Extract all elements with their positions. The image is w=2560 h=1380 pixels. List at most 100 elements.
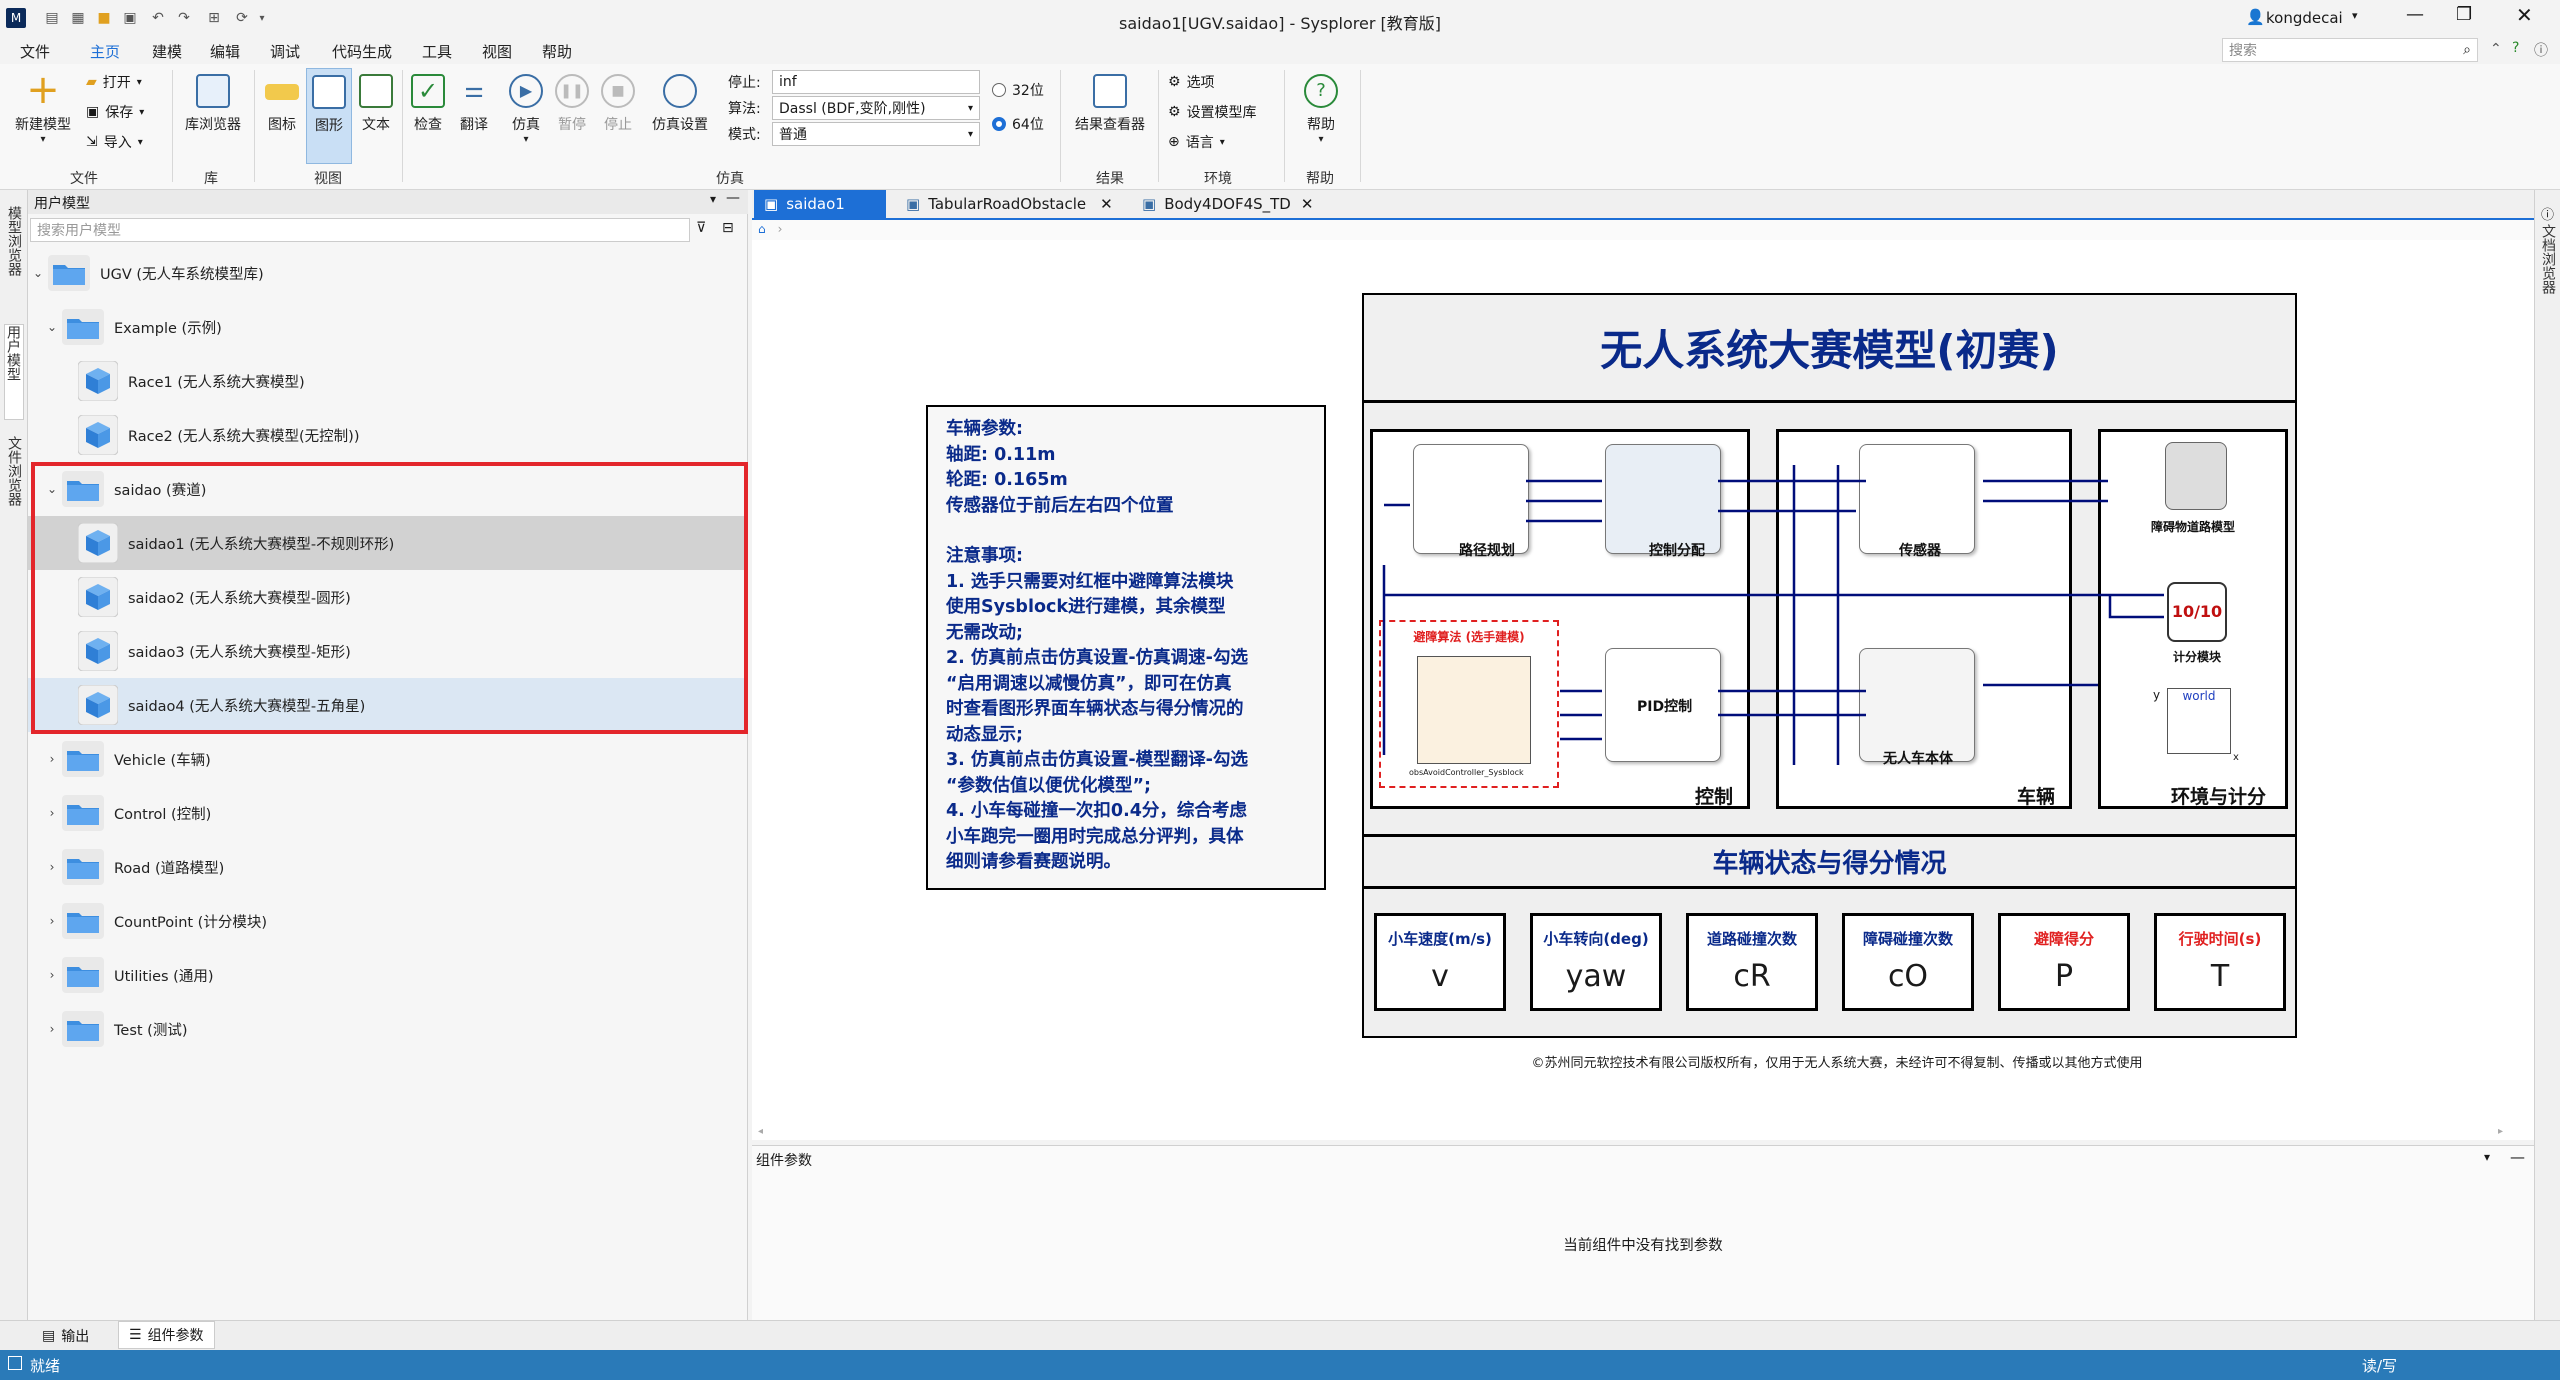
import-button[interactable]: ⇲ 导入 ▾ [86, 132, 143, 152]
left-side-tabs: 模型浏览器 用户模型 文件浏览器 [0, 190, 28, 1320]
chevron-right-icon[interactable]: › [42, 860, 62, 874]
tree-folder-item[interactable]: ⌄ UGV (无人车系统模型库) [28, 246, 748, 300]
tree-folder-item[interactable]: ⌄ Example (示例) [28, 300, 748, 354]
chevron-right-icon[interactable]: › [42, 1022, 62, 1036]
tree-folder-item[interactable]: › Utilities (通用) [28, 948, 748, 1002]
result-viewer-button[interactable]: 结果查看器 [1068, 74, 1152, 134]
library-browser-button[interactable]: 库浏览器 [178, 74, 248, 134]
menu-debug[interactable]: 调试 [270, 41, 300, 62]
menu-file[interactable]: 文件 [20, 41, 50, 62]
translate-button[interactable]: ⚌ 翻译 [452, 74, 496, 134]
chevron-right-icon[interactable]: › [42, 752, 62, 766]
side-tab-user-model[interactable]: 用户模型 [4, 324, 24, 420]
radio-32bit[interactable]: 32位 [992, 80, 1044, 100]
side-tab-model-browser[interactable]: 模型浏览器 [4, 206, 24, 306]
menu-modeling[interactable]: 建模 [152, 41, 182, 62]
filter-icon[interactable]: ⊽ [696, 220, 706, 236]
status-card-value: yaw [1565, 959, 1627, 994]
tab-body4dof4s[interactable]: ▣ Body4DOF4S_TD ✕ [1132, 190, 1332, 218]
status-card[interactable]: 小车速度(m/s) v [1374, 913, 1506, 1011]
mode-select[interactable]: 普通 ▾ [772, 122, 980, 146]
user-name[interactable]: kongdecai [2266, 9, 2343, 27]
global-search-input[interactable]: 搜索 ⌕ [2222, 38, 2478, 62]
stop-icon: ■ [601, 74, 635, 108]
close-tab-icon[interactable]: ✕ [1301, 195, 1314, 213]
params-header: 组件参数 [756, 1153, 812, 1169]
close-icon[interactable]: ✕ [2516, 3, 2533, 27]
chevron-down-icon[interactable]: ⌄ [42, 320, 62, 334]
tab-output[interactable]: ▤ 输出 [42, 1326, 89, 1346]
new-model-button[interactable]: + 新建模型 ▾ [8, 70, 78, 145]
tree-folder-item[interactable]: › Test (测试) [28, 1002, 748, 1056]
sim-settings-button[interactable]: 仿真设置 [644, 74, 716, 134]
chevron-right-icon[interactable]: › [42, 806, 62, 820]
menu-edit[interactable]: 编辑 [210, 41, 240, 62]
stop-button[interactable]: ■ 停止 [596, 74, 640, 134]
tab-component-params[interactable]: ☰ 组件参数 [118, 1321, 215, 1349]
tree-folder-item[interactable]: › CountPoint (计分模块) [28, 894, 748, 948]
note-line: 时查看图形界面车辆状态与得分情况的 [946, 699, 1244, 719]
menu-view[interactable]: 视图 [482, 41, 512, 62]
save-button[interactable]: ▣ 保存 ▾ [86, 102, 144, 122]
status-card[interactable]: 避障得分 P [1998, 913, 2130, 1011]
params-menu-icon[interactable]: ▾ [2484, 1150, 2490, 1164]
chevron-right-icon[interactable]: › [42, 914, 62, 928]
options-button[interactable]: ⚙ 选项 [1168, 72, 1215, 92]
tree-folder-item[interactable]: › Road (道路模型) [28, 840, 748, 894]
pause-button[interactable]: ❚❚ 暂停 [550, 74, 594, 134]
pane-minimize-icon[interactable]: — [726, 190, 740, 206]
simulate-button[interactable]: ▶ 仿真 ▾ [504, 74, 548, 145]
stop-time-input[interactable]: inf [772, 70, 980, 94]
side-tab-file-browser[interactable]: 文件浏览器 [4, 436, 24, 536]
tree-model-item[interactable]: Race2 (无人系统大赛模型(无控制)) [28, 408, 748, 462]
collapse-ribbon-icon[interactable]: ⌃ [2490, 41, 2502, 57]
user-menu-chevron-icon[interactable]: ▾ [2352, 9, 2358, 22]
radio-64bit[interactable]: 64位 [992, 114, 1044, 134]
status-card[interactable]: 行驶时间(s) T [2154, 913, 2286, 1011]
globe-icon: ⊕ [1168, 134, 1180, 150]
play-icon: ▶ [509, 74, 543, 108]
info-circle-icon[interactable]: ⓘ [2534, 40, 2548, 60]
maximize-icon[interactable]: ❐ [2456, 4, 2472, 25]
menu-help[interactable]: 帮助 [542, 41, 572, 62]
diagram-view-button[interactable]: 图形 [306, 68, 352, 164]
status-card[interactable]: 障碍碰撞次数 cO [1842, 913, 1974, 1011]
language-button[interactable]: ⊕ 语言 ▾ [1168, 132, 1225, 152]
tab-tabularroadobstacle[interactable]: ▣ TabularRoadObstacle ✕ [896, 190, 1126, 218]
menu-codegen[interactable]: 代码生成 [332, 41, 392, 62]
params-minimize-icon[interactable]: — [2510, 1148, 2525, 1166]
note-line: 动态显示; [946, 724, 1023, 745]
open-button[interactable]: ▰ 打开 ▾ [86, 72, 142, 92]
tree-folder-item[interactable]: › Control (控制) [28, 786, 748, 840]
algorithm-select[interactable]: Dassl (BDF,变阶,刚性) ▾ [772, 96, 980, 120]
help-button[interactable]: ? 帮助 ▾ [1294, 74, 1348, 145]
diagram-canvas[interactable]: 车辆参数: 轴距: 0.11m 轮距: 0.165m 传感器位于前后左右四个位置 注意事… [752, 240, 2534, 1140]
user-model-search-input[interactable]: 搜索用户模型 [30, 218, 690, 242]
side-tab-doc-browser[interactable]: 文档浏览器 [2538, 224, 2558, 324]
collapse-all-icon[interactable]: ⊟ [722, 220, 734, 236]
tree-folder-item[interactable]: › Vehicle (车辆) [28, 732, 748, 786]
check-button[interactable]: ✓ 检查 [406, 74, 450, 134]
tree-model-item[interactable]: Race1 (无人系统大赛模型) [28, 354, 748, 408]
home-icon[interactable]: ⌂ [758, 222, 766, 236]
status-card[interactable]: 小车转向(deg) yaw [1530, 913, 1662, 1011]
scroll-right-icon[interactable]: ▸ [2498, 1126, 2503, 1137]
note-line: “启用调速以减慢仿真”，即可在仿真 [946, 673, 1232, 694]
icon-view-button[interactable]: 图标 [260, 74, 304, 134]
menu-tools[interactable]: 工具 [422, 41, 452, 62]
close-tab-icon[interactable]: ✕ [1100, 195, 1113, 213]
minimize-icon[interactable]: — [2406, 4, 2424, 25]
tab-saidao1[interactable]: ▣ saidao1 [754, 190, 886, 218]
set-library-button[interactable]: ⚙ 设置模型库 [1168, 102, 1257, 122]
component-params-pane: 组件参数 ▾ — 当前组件中没有找到参数 [752, 1145, 2534, 1320]
scroll-left-icon[interactable]: ◂ [758, 1126, 763, 1137]
chevron-down-icon[interactable]: ⌄ [28, 266, 48, 280]
status-card-label: 行驶时间(s) [2178, 930, 2262, 948]
chevron-right-icon[interactable]: › [42, 968, 62, 982]
status-card[interactable]: 道路碰撞次数 cR [1686, 913, 1818, 1011]
text-view-button[interactable]: 文本 [354, 74, 398, 134]
group-label-sim: 仿真 [716, 171, 744, 187]
pane-menu-icon[interactable]: ▾ [710, 192, 716, 206]
help-circle-icon[interactable]: ? [2512, 40, 2519, 56]
chevron-down-icon: ▾ [967, 102, 973, 114]
